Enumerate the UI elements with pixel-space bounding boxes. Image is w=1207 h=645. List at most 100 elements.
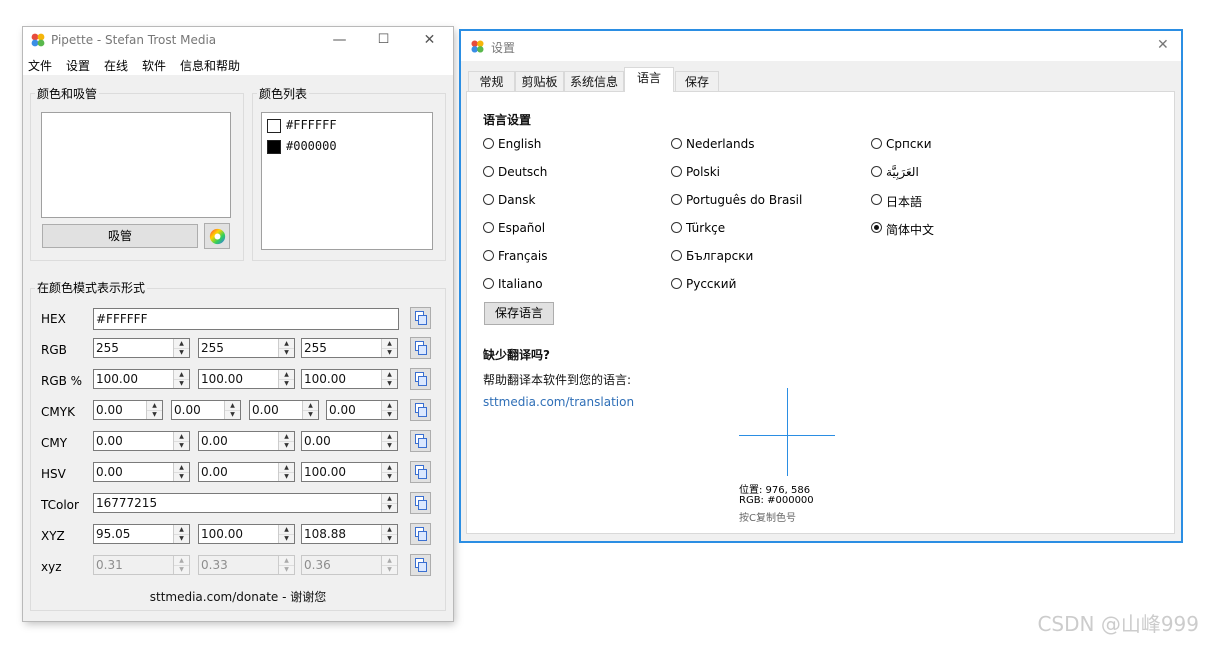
spin-buttons[interactable]: ▲ ▼: [278, 463, 294, 481]
cmy-m-field[interactable]: 0.00 ▲ ▼: [198, 431, 295, 451]
rgb-pct-g-field[interactable]: 100.00 ▲ ▼: [198, 369, 295, 389]
pipette-main-window: Pipette - Stefan Trost Media — ☐ ✕ 文件 设置…: [23, 27, 453, 621]
color-list[interactable]: #FFFFFF #000000: [261, 112, 433, 250]
spin-buttons[interactable]: ▲ ▼: [173, 463, 189, 481]
tab-general[interactable]: 常规: [468, 71, 515, 91]
crosshair-vertical: [787, 388, 788, 476]
hsv-label: HSV: [41, 467, 66, 481]
settings-window: 设置 ✕ 常规 剪贴板 系统信息 保存 语言设置 English Deutsch…: [459, 29, 1183, 543]
save-language-button[interactable]: 保存语言: [484, 302, 554, 325]
copy-icon: [415, 341, 427, 355]
spin-buttons[interactable]: ▲ ▼: [173, 525, 189, 543]
xyz-label: XYZ: [41, 529, 65, 543]
spin-buttons[interactable]: ▲ ▼: [278, 432, 294, 450]
spin-buttons[interactable]: ▲ ▼: [381, 401, 397, 419]
spin-buttons[interactable]: ▲ ▼: [381, 432, 397, 450]
cmy-c-field[interactable]: 0.00 ▲ ▼: [93, 431, 190, 451]
list-item[interactable]: #FFFFFF: [266, 117, 426, 135]
list-item-text: #000000: [286, 139, 337, 153]
spin-buttons[interactable]: ▲ ▼: [381, 339, 397, 357]
rgb-pct-b-field[interactable]: 100.00 ▲ ▼: [301, 369, 398, 389]
spin-buttons[interactable]: ▲ ▼: [173, 432, 189, 450]
copy-hex-button[interactable]: [410, 307, 431, 329]
radio-circle: [483, 138, 494, 149]
xyz-z-field[interactable]: 108.88 ▲ ▼: [301, 524, 398, 544]
hsv-s-field[interactable]: 0.00 ▲ ▼: [198, 462, 295, 482]
radio-label: Italiano: [498, 277, 543, 291]
cmyk-label: CMYK: [41, 405, 75, 419]
field-value: 0.36: [304, 558, 331, 572]
copy-rgb-pct-button[interactable]: [410, 368, 431, 390]
cmy-y-field[interactable]: 0.00 ▲ ▼: [301, 431, 398, 451]
spin-buttons[interactable]: ▲ ▼: [278, 339, 294, 357]
menu-online[interactable]: 在线: [104, 57, 128, 74]
xyz-small-label: xyz: [41, 560, 62, 574]
pick-color-button[interactable]: 吸管: [42, 224, 198, 248]
copy-rgb-button[interactable]: [410, 337, 431, 359]
spin-buttons[interactable]: ▲ ▼: [173, 370, 189, 388]
copy-cmy-button[interactable]: [410, 430, 431, 452]
rgb-r-field[interactable]: 255 ▲ ▼: [93, 338, 190, 358]
settings-close-button[interactable]: ✕: [1157, 37, 1169, 53]
spin-buttons[interactable]: ▲ ▼: [381, 463, 397, 481]
translation-link[interactable]: sttmedia.com/translation: [483, 395, 634, 409]
xyz-y-field[interactable]: 100.00 ▲ ▼: [198, 524, 295, 544]
rgb-g-field[interactable]: 255 ▲ ▼: [198, 338, 295, 358]
spin-buttons[interactable]: ▲ ▼: [278, 370, 294, 388]
radio-circle: [483, 194, 494, 205]
field-value: 0.00: [201, 434, 228, 448]
hex-label: HEX: [41, 312, 66, 326]
rgb-pct-r-field[interactable]: 100.00 ▲ ▼: [93, 369, 190, 389]
cmyk-y-field[interactable]: 0.00 ▲ ▼: [249, 400, 319, 420]
spin-buttons[interactable]: ▲ ▼: [381, 494, 397, 512]
radio-circle: [671, 194, 682, 205]
spin-buttons[interactable]: ▲ ▼: [381, 525, 397, 543]
tab-language[interactable]: 语言: [624, 67, 674, 92]
settings-title-bar[interactable]: 设置 ✕: [461, 31, 1181, 61]
spin-buttons[interactable]: ▲ ▼: [146, 401, 162, 419]
menu-software[interactable]: 软件: [142, 57, 166, 74]
rgb-b-field[interactable]: 255 ▲ ▼: [301, 338, 398, 358]
menu-settings[interactable]: 设置: [66, 57, 90, 74]
hsv-v-field[interactable]: 100.00 ▲ ▼: [301, 462, 398, 482]
watermark: CSDN @山峰999: [1037, 612, 1199, 636]
cmyk-k-field[interactable]: 0.00 ▲ ▼: [326, 400, 398, 420]
color-wheel-button[interactable]: [204, 223, 230, 249]
tcolor-field[interactable]: 16777215 ▲ ▼: [93, 493, 398, 513]
copy-tcolor-button[interactable]: [410, 492, 431, 514]
title-bar[interactable]: Pipette - Stefan Trost Media — ☐ ✕: [23, 27, 453, 53]
close-button[interactable]: ✕: [407, 27, 452, 53]
color-chip: [267, 140, 281, 154]
tab-save[interactable]: 保存: [675, 71, 719, 91]
field-value: 0.00: [329, 403, 356, 417]
tab-system-info[interactable]: 系统信息: [564, 71, 624, 91]
copy-hsv-button[interactable]: [410, 461, 431, 483]
copy-xyz-button[interactable]: [410, 523, 431, 545]
spin-buttons[interactable]: ▲ ▼: [302, 401, 318, 419]
minimize-button[interactable]: —: [317, 27, 362, 53]
spin-buttons[interactable]: ▲ ▼: [278, 525, 294, 543]
spin-buttons[interactable]: ▲ ▼: [224, 401, 240, 419]
spin-buttons[interactable]: ▲ ▼: [381, 370, 397, 388]
copy-cmyk-button[interactable]: [410, 399, 431, 421]
tab-clipboard[interactable]: 剪贴板: [515, 71, 564, 91]
maximize-button[interactable]: ☐: [361, 27, 406, 53]
cmyk-m-field[interactable]: 0.00 ▲ ▼: [171, 400, 241, 420]
menu-file[interactable]: 文件: [28, 57, 52, 74]
xyz-x-field[interactable]: 95.05 ▲ ▼: [93, 524, 190, 544]
hsv-h-field[interactable]: 0.00 ▲ ▼: [93, 462, 190, 482]
hex-field[interactable]: #FFFFFF: [93, 308, 399, 330]
copy-icon: [415, 527, 427, 541]
donate-link[interactable]: sttmedia.com/donate - 谢谢您: [23, 588, 453, 605]
menu-info-help[interactable]: 信息和帮助: [180, 57, 240, 74]
language-section-title: 语言设置: [483, 113, 532, 127]
spin-buttons[interactable]: ▲ ▼: [173, 339, 189, 357]
settings-logo-icon: [471, 40, 484, 53]
color-list-group-label: 颜色列表: [257, 85, 310, 102]
list-item[interactable]: #000000: [266, 138, 426, 156]
settings-title: 设置: [491, 41, 516, 55]
copy-xyz-small-button[interactable]: [410, 554, 431, 576]
list-item-text: #FFFFFF: [286, 118, 337, 132]
radio-label: Русский: [686, 277, 737, 291]
cmyk-c-field[interactable]: 0.00 ▲ ▼: [93, 400, 163, 420]
